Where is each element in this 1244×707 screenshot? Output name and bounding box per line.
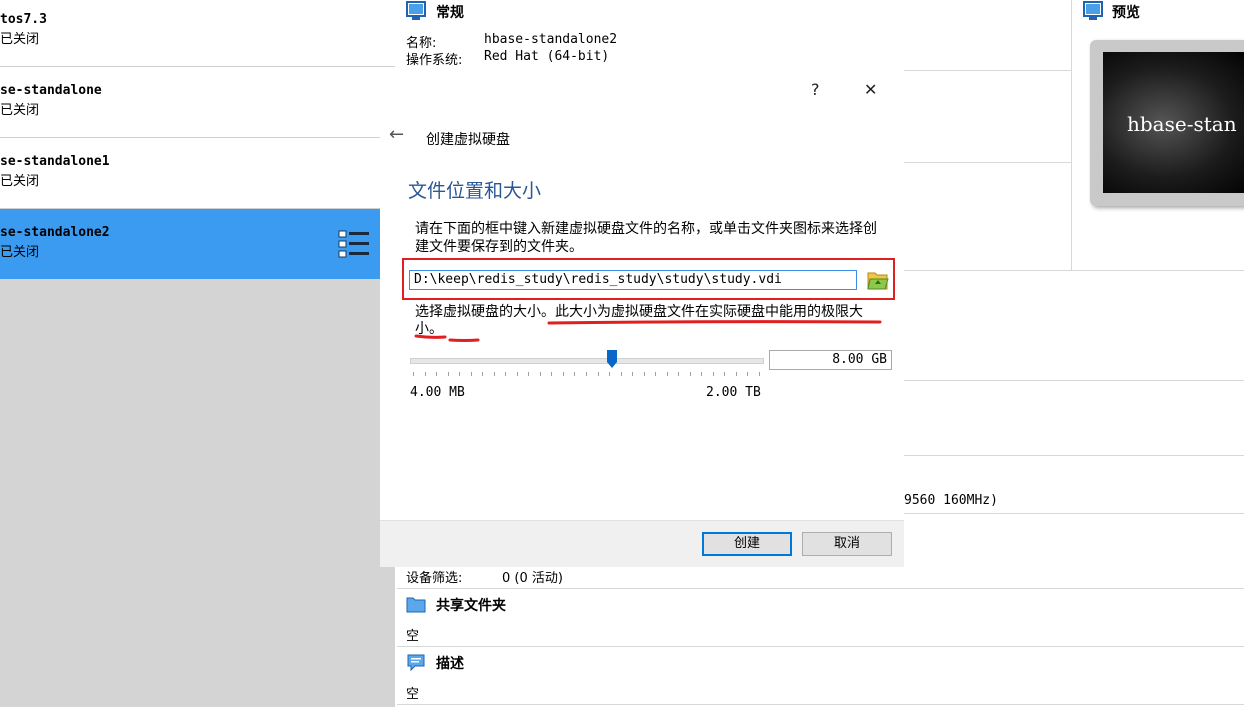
slider-tick <box>632 372 634 376</box>
preview-screen: hbase-stan <box>1103 52 1244 193</box>
help-button[interactable]: ? <box>811 80 820 99</box>
cancel-button[interactable]: 取消 <box>802 532 892 556</box>
dialog-title: 创建虚拟硬盘 <box>426 132 510 148</box>
slider-tick <box>609 372 611 376</box>
slider-tick <box>678 372 680 376</box>
vm-name: se-standalone <box>0 83 102 98</box>
slider-tick <box>436 372 438 376</box>
slider-tick <box>735 372 737 376</box>
vm-state: 已关闭 <box>0 245 40 260</box>
slider-tick <box>447 372 449 376</box>
separator <box>902 270 1244 271</box>
slider-tick <box>505 372 507 376</box>
usb-filter-label: 设备筛选: <box>406 571 463 586</box>
slider-tick <box>655 372 657 376</box>
size-value-field[interactable]: 8.00 GB <box>769 350 892 370</box>
slider-tick <box>712 372 714 376</box>
shared-folders-title: 共享文件夹 <box>436 598 506 614</box>
separator <box>397 588 1244 589</box>
close-icon[interactable]: ✕ <box>864 80 877 99</box>
cpu-info-fragment: 9560 160MHz) <box>904 493 998 508</box>
slider-tick <box>459 372 461 376</box>
vm-tools-menu-icon[interactable] <box>338 229 370 259</box>
slider-tick <box>597 372 599 376</box>
annotation-underline <box>414 320 882 342</box>
vm-state: 已关闭 <box>0 32 40 47</box>
slider-tick <box>666 372 668 376</box>
size-max-label: 2.00 TB <box>706 385 761 400</box>
description-title: 描述 <box>436 656 464 672</box>
create-virtual-disk-dialog: ? ✕ ← 创建虚拟硬盘 文件位置和大小 请在下面的框中键入新建虚拟硬盘文件的名… <box>380 70 904 567</box>
description-value: 空 <box>406 687 420 702</box>
slider-tick <box>482 372 484 376</box>
slider-tick <box>759 372 760 376</box>
name-value: hbase-standalone2 <box>484 32 618 47</box>
location-description: 请在下面的框中键入新建虚拟硬盘文件的名称，或单击文件夹图标来选择创建文件要保存到… <box>415 221 877 255</box>
os-value: Red Hat (64-bit) <box>484 49 610 64</box>
preview-screen-text: hbase-stan <box>1127 112 1237 136</box>
create-button[interactable]: 创建 <box>702 532 792 556</box>
size-slider-thumb[interactable] <box>607 350 618 368</box>
slider-tick <box>413 372 414 376</box>
vm-item-2[interactable]: se-standalone 已关闭 <box>0 67 395 138</box>
monitor-icon <box>406 1 426 20</box>
os-label: 操作系统: <box>406 53 463 68</box>
size-min-label: 4.00 MB <box>410 385 465 400</box>
back-arrow-icon[interactable]: ← <box>389 124 404 145</box>
slider-tick <box>551 372 553 376</box>
description-bubble-icon <box>407 654 425 672</box>
separator <box>902 455 1244 456</box>
slider-tick <box>574 372 576 376</box>
vm-item-4-selected[interactable]: se-standalone2 已关闭 <box>0 209 395 279</box>
usb-filter-value: 0 (0 活动) <box>502 571 563 586</box>
vm-list: tos7.3 已关闭 se-standalone 已关闭 se-standalo… <box>0 0 395 707</box>
separator <box>902 513 1244 514</box>
separator <box>902 162 1072 163</box>
vm-name: se-standalone1 <box>0 154 110 169</box>
vm-name: se-standalone2 <box>0 225 110 240</box>
separator <box>902 70 1072 71</box>
vm-item-1[interactable]: tos7.3 已关闭 <box>0 0 395 67</box>
preview-title: 预览 <box>1112 5 1140 21</box>
slider-tick <box>528 372 530 376</box>
vm-state: 已关闭 <box>0 103 40 118</box>
slider-tick <box>562 372 564 376</box>
vm-item-3[interactable]: se-standalone1 已关闭 <box>0 138 395 209</box>
separator <box>397 704 1244 705</box>
slider-tick <box>689 372 691 376</box>
disk-file-path-input[interactable]: D:\keep\redis_study\redis_study\study\st… <box>409 270 857 290</box>
slider-tick <box>724 372 726 376</box>
slider-tick <box>586 372 587 376</box>
preview-divider <box>1071 0 1072 270</box>
slider-tick <box>424 372 426 376</box>
folder-browse-icon[interactable] <box>867 270 889 290</box>
slider-tick <box>620 372 622 376</box>
dialog-footer: 创建 取消 <box>380 520 904 567</box>
preview-monitor-icon <box>1083 1 1103 20</box>
separator <box>397 646 1244 647</box>
slider-tick <box>516 372 518 376</box>
size-slider-track[interactable] <box>410 358 764 364</box>
section-heading: 文件位置和大小 <box>408 180 542 202</box>
slider-tick <box>643 372 645 376</box>
folder-icon <box>406 597 426 613</box>
slider-tick <box>747 372 749 376</box>
slider-tick <box>493 372 495 376</box>
shared-folders-value: 空 <box>406 629 420 644</box>
slider-tick <box>701 372 703 376</box>
separator <box>902 380 1244 381</box>
vm-name: tos7.3 <box>0 12 47 27</box>
slider-tick <box>470 372 472 376</box>
vm-state: 已关闭 <box>0 174 40 189</box>
slider-tick <box>539 372 541 376</box>
general-title: 常规 <box>436 5 464 21</box>
dialog-body: ? ✕ ← 创建虚拟硬盘 文件位置和大小 请在下面的框中键入新建虚拟硬盘文件的名… <box>380 70 904 520</box>
